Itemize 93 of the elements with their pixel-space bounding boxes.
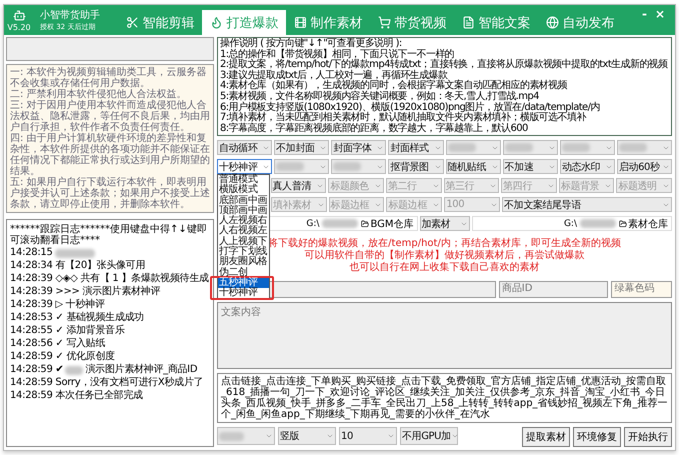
chevron-icon <box>387 432 395 440</box>
dropdown-option[interactable]: 底部画中画 <box>218 196 269 206</box>
product-id-field[interactable]: 商品ID <box>498 281 608 298</box>
dropdown[interactable] <box>331 159 386 174</box>
log-text: 14:28:59 Sorry，没有文档可进行X秒成片了 <box>10 377 204 389</box>
dropdown[interactable]: 随机贴纸 <box>446 159 501 174</box>
redacted-text <box>618 143 647 152</box>
instruction-line: 7:填补素材，当未匹配到相关素材时，默认随机抽取文件夹内素材填补；横版可选不填补 <box>220 113 586 124</box>
folder-icon <box>361 220 370 228</box>
disclaimer-text: 一: 本软件为视频剪辑辅助类工具，云服务器不会收集或存储任何用户数据。 <box>10 67 208 89</box>
action-button[interactable]: 提取素材 <box>522 427 570 447</box>
redacted-text <box>276 162 304 171</box>
dropdown[interactable]: 不加封面 <box>274 140 330 155</box>
log-text: 14:28:59 ✓ 优化原创度 <box>10 351 115 363</box>
redacted-text <box>562 143 590 152</box>
dropdown[interactable] <box>502 140 558 155</box>
chevron-icon <box>450 432 459 440</box>
tab-icon <box>546 16 558 29</box>
dropdown-option[interactable]: 朋友圈风格 <box>218 257 269 268</box>
notice-text: 也可以自行在网上收集下载自己喜欢的素材 <box>350 262 540 274</box>
log-header: ******跟踪日志******使用键盘中得↑↓键即可滚动翻看日志**** <box>10 224 208 246</box>
version-text: V5.20 <box>7 22 31 32</box>
disclaimer-text: 五: 如果用户自行下载运行本软件，即表明用户接受并认可上述条款；如果用户不接受上述条款，请立即停止使用，并删除本软件。 <box>10 177 210 210</box>
log-text: 14:28:39 ◇◈◇ 共有【 1 】条爆款视频待生成 <box>10 273 209 285</box>
dropdown[interactable] <box>616 140 672 155</box>
log-text: 14:28:53 ✓ 基础视频生成成功 <box>10 312 144 324</box>
folder-link[interactable]: BGM仓库 <box>361 216 414 230</box>
redacted-text <box>322 219 358 228</box>
dropdown[interactable]: 动态水印 <box>560 159 615 174</box>
folder-link[interactable]: 素材仓库 <box>619 216 668 230</box>
dropdown[interactable]: 不用GPU加 <box>400 427 458 445</box>
instruction-line: 5:素材视频，文件名称即视频内容关键词概要，例如：冬天,雪人,打雪战.mp4 <box>220 92 540 102</box>
log-text: 14:28:56 ✓ 写入贴纸 <box>10 338 106 350</box>
tab-icon <box>126 16 138 29</box>
dropdown-option[interactable]: 横版模式 <box>218 185 269 196</box>
path-field[interactable]: G:\ 素材仓库 <box>472 216 672 231</box>
dropdown[interactable]: 加素材 <box>420 216 470 231</box>
dropdown[interactable] <box>217 427 275 445</box>
dropdown[interactable]: 自动循环 <box>217 140 272 155</box>
folder-icon <box>619 220 627 228</box>
app-name: 小智带货助手 <box>40 8 101 22</box>
action-button[interactable]: 环境修复 <box>573 427 621 447</box>
tab-icon <box>294 16 306 29</box>
log-text: 14:28:59 本次任务已全部完成 <box>10 390 143 402</box>
instruction-line: 2:提取文案，将/temp/hot/下的爆款mp4转成txt；直接转换，直接将从原爆款视频中提取的txt生成新的视频 <box>220 60 669 70</box>
dropdown[interactable]: 抠背景图 <box>388 159 444 174</box>
dropdown[interactable]: 启动60秒 <box>616 159 672 174</box>
log-text: 14:28:15 <box>10 247 53 259</box>
redacted-text <box>504 143 533 152</box>
log-text: 14:28:39 ▷ 十秒神评 <box>10 299 104 311</box>
instruction-line: 4:素材仓库（如果有），生成视频的同时，会根据字幕文案自动匹配相应的素材视频 <box>220 81 568 92</box>
instruction-line: 1:总的操作和【带货视频】相同，下面只说下一不一样的 <box>220 50 454 60</box>
dropdown[interactable]: 真人普清 <box>270 178 326 193</box>
dropdown[interactable]: 10 <box>339 427 397 445</box>
redacted-text <box>448 143 476 152</box>
redacted-text <box>54 248 95 258</box>
redacted-text <box>219 432 244 440</box>
robot-icon <box>12 8 26 22</box>
keyword-text-area[interactable]: 点击链接_点击连接_下单购买_购买链接_点击下载_免费领取_官方店铺_指定店铺_优惠活动_按需自取_618_插播一句_刀一下_欢迎讨论_评论区_继续关注_加关注_仅供参考_京东_抖音_淘宝_小红书_今日头条_西瓜视频_快手_拼多多_二手车_全民出刀_上58_上转转_转转app_省钱妙招_视频左下角_推荐一个_闲鱼_闲鱼app_下期继续_下期再见_需要的小伙伴_在汽水 <box>217 373 672 423</box>
instructions-box[interactable] <box>217 37 672 136</box>
dropdown[interactable] <box>274 159 330 174</box>
action-button[interactable]: 开始执行 <box>624 427 672 447</box>
log-text: 14:28:55 ✓ 添加背景音乐 <box>10 325 125 337</box>
redacted-text <box>333 162 362 171</box>
screen-code-field[interactable]: 绿幕色码 <box>611 281 672 298</box>
disclaimer-text: 二: 严禁利用本软件侵犯他人合法权益。 <box>10 89 188 100</box>
log-text: 14:28:34 有【20】张头像可用 <box>10 260 146 272</box>
chevron-icon <box>265 432 273 440</box>
dropdown[interactable]: 封面字体 <box>331 140 386 155</box>
dropdown[interactable] <box>446 140 501 155</box>
disclaimer-text: 三: 对于因用户使用本软件而造成侵犯他人合法权益、隐私泄露，等任何不良后果，均由用户自行承担，软件作者不负责任何责任。 <box>10 100 210 133</box>
log-text: 14:28:39 >>> 演示图片素材神评 <box>10 286 160 298</box>
disclaimer-text: 四: 由于用户计算机软硬件环境的差异性和复杂性，本软件所提供的各项功能并不能保证在任何情况下都能正常执行或达到用户所期望的结果。 <box>10 133 210 177</box>
notice-text: 可以用软件自带的【制作素材】做好视频素材后，再尝试做爆款 <box>304 250 584 262</box>
tab-icon <box>378 16 390 29</box>
instruction-line: 3:建议先提取成txt后，人工校对一遍，再循环生成爆款 <box>220 70 448 81</box>
tab-icon <box>462 16 474 29</box>
dropdown-option[interactable]: 伪二创 <box>218 268 269 278</box>
instruction-line: 6:用户模板支持竖版(1080x1920)、横版(1920x1080)png图片，放置在/data/template/内 <box>220 102 601 113</box>
dropdown[interactable]: 封面样式 <box>388 140 444 155</box>
redacted-text <box>65 366 84 374</box>
instruction-line: 8:字幕高度，字幕距离视频底部的距离，数字越大，字幕越靠上，默认600 <box>220 124 529 134</box>
copy-text-area[interactable]: 文案内容 <box>217 302 672 369</box>
dropdown[interactable]: 不加文案结尾导语 <box>502 197 672 212</box>
dropdown[interactable]: 竖版 <box>278 427 336 445</box>
chevron-icon <box>326 432 334 440</box>
log-text: 演示图片素材神评_商品ID <box>85 364 198 376</box>
log-text: 14:28:59 ✔ <box>10 364 64 376</box>
dropdown-option[interactable]: 十秒神评 <box>218 288 269 299</box>
redacted-text <box>580 219 616 228</box>
tab-icon <box>210 16 222 29</box>
dropdown[interactable] <box>560 140 615 155</box>
dropdown[interactable]: 不加速 <box>502 159 558 174</box>
